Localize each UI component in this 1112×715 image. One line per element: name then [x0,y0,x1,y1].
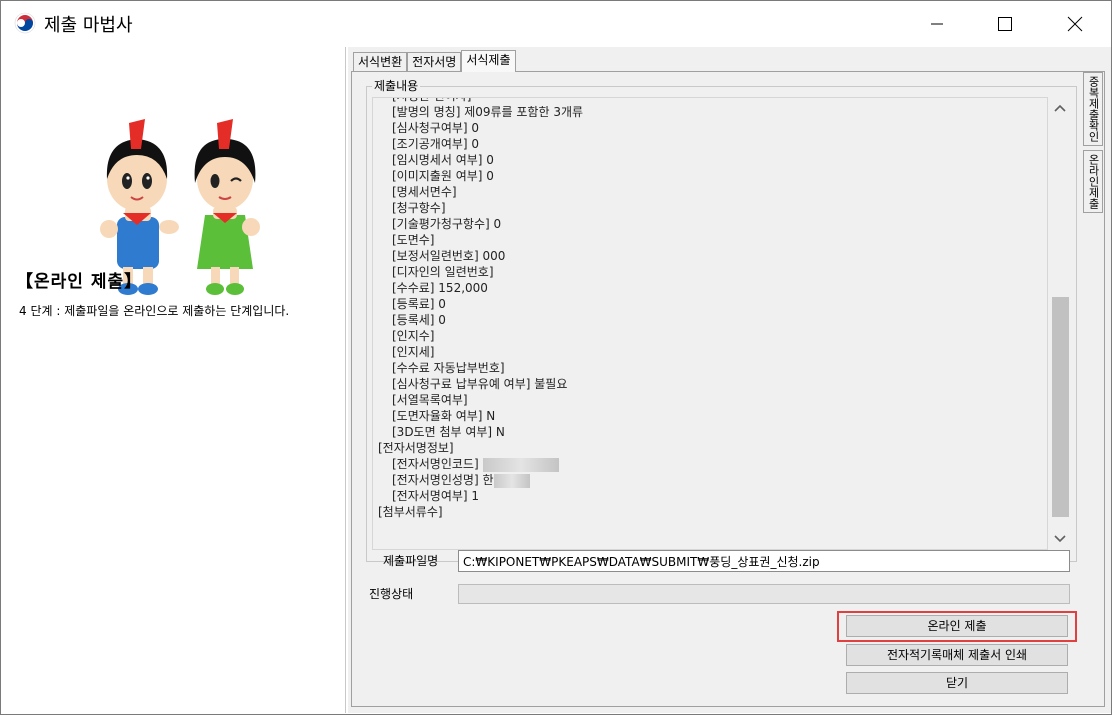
content-line-text: [3D도면 첨부 여부] N [392,425,505,439]
content-line-text: [등록세] 0 [392,313,446,327]
content-line-text: [수수료] 152,000 [392,281,488,295]
content-line: [청구항수] [378,200,583,216]
content-line: [조기공개여부] 0 [378,136,583,152]
content-line: [인지수] [378,328,583,344]
content-line: [발명의 명칭] 제09류를 포함한 3개류 [378,104,583,120]
tab-e-signature[interactable]: 전자서명 [407,52,462,72]
content-line: [수수료] 152,000 [378,280,583,296]
chevron-down-icon [1054,535,1066,543]
content-line: [등록세] 0 [378,312,583,328]
step-description: 4 단계 : 제출파일을 온라인으로 제출하는 단계입니다. [19,304,290,318]
minimize-button[interactable] [914,1,960,46]
content-line: [도면자율화 여부] N [378,408,583,424]
content-line-text: [청구항수] [392,201,446,215]
close-button[interactable]: 닫기 [846,672,1068,694]
content-line: [심사청구료 납부유예 여부] 불필요 [378,376,583,392]
submission-lines: [지정한 언어자] [발명의 명칭] 제09류를 포함한 3개류 [심사청구여부] … [378,98,583,520]
redacted-value [493,473,530,488]
online-submit-button[interactable]: 온라인 제출 [846,615,1068,637]
vertical-scrollbar[interactable] [1049,97,1071,550]
submission-group-label: 제출내용 [372,78,421,94]
content-line: [전자서명여부] 1 [378,488,583,504]
content-line-text: [임시명세서 여부] 0 [392,153,494,167]
content-line-text: [조기공개여부] 0 [392,137,480,151]
side-tab-strip: 중복제출확인 온라인제출 [1083,72,1103,213]
content-line: [디자인의 일련번호] [378,264,583,280]
content-line: [기술평가청구항수] 0 [378,216,583,232]
right-panel: 서식변환 전자서명 서식제출 제출내용 [지정한 언어자] [발명의 명칭] 제0… [348,47,1111,713]
content-line-text: [이미지출원 여부] 0 [392,169,494,183]
content-line: [수수료 자동납부번호] [378,360,583,376]
maximize-icon [998,16,1012,31]
content-line: [지정한 언어자] [378,98,583,104]
tab-form-submit[interactable]: 서식제출 [461,50,516,72]
content-line-text: [도면자율화 여부] N [392,409,496,423]
mascot-girl [194,119,260,295]
content-line: [심사청구여부] 0 [378,120,583,136]
file-name-label: 제출파일명 [383,554,439,568]
content-line-text: [전자서명인코드] [392,457,479,471]
content-line-text: [심사청구여부] 0 [392,121,480,135]
content-line: [3D도면 첨부 여부] N [378,424,583,440]
content-line: [서열목록여부] [378,392,583,408]
content-line-text: [심사청구료 납부유예 여부] 불필요 [392,377,568,391]
content-line: [인지세] [378,344,583,360]
content-line-text: [인지수] [392,329,435,343]
submission-content-box[interactable]: [지정한 언어자] [발명의 명칭] 제09류를 포함한 3개류 [심사청구여부] … [372,97,1048,550]
file-name-field[interactable] [458,550,1070,572]
content-line: [전자서명인성명] 한 [378,472,583,488]
redacted-value [482,457,559,472]
submission-groupbox: 제출내용 [지정한 언어자] [발명의 명칭] 제09류를 포함한 3개류 [심사청… [366,78,1077,562]
content-line-text: [전자서명정보] [378,441,454,455]
step-title: 【온라인 제출】 [16,272,143,292]
progress-bar [458,584,1070,604]
maximize-button[interactable] [982,1,1028,46]
content-line-text: [첨부서류수] [378,505,443,519]
content-line: [전자서명정보] [378,440,583,456]
close-window-button[interactable] [1052,1,1098,46]
content-line-text: [발명의 명칭] 제09류를 포함한 3개류 [392,105,584,119]
content-line-text: [디자인의 일련번호] [392,265,494,279]
content-line: [이미지출원 여부] 0 [378,168,583,184]
content-line-text: [전자서명여부] 1 [392,489,480,503]
content-line-text: [지정한 언어자] [392,98,471,103]
content-line-text: [도면수] [392,233,435,247]
window-title: 제출 마법사 [44,15,133,36]
tab-form-convert[interactable]: 서식변환 [353,52,408,72]
taegeuk-logo-icon [14,12,36,34]
content-line-text: [명세서면수] [392,185,457,199]
content-line-text: [전자서명인성명] 한 [392,473,494,487]
content-line: [명세서면수] [378,184,583,200]
scroll-thumb[interactable] [1052,297,1069,517]
side-tab-duplicate-check[interactable]: 중복제출확인 [1083,72,1103,146]
tab-strip: 서식변환 전자서명 서식제출 [353,50,516,72]
wizard-window: 제출 마법사 【온라인 제출】 4 단계: 제출파일을 온라인으로 제출하는 … [0,0,1112,715]
content-line-text: [등록료] 0 [392,297,446,311]
content-line-text: [수수료 자동납부번호] [392,361,505,375]
content-line-text: [기술평가청구항수] 0 [392,217,502,231]
scroll-up-button[interactable] [1049,97,1071,119]
content-line-text: [인지세] [392,345,435,359]
title-bar: 제출 마법사 [1,1,1111,46]
close-icon [1067,16,1083,31]
content-line: [첨부서류수] [378,504,583,520]
content-line-text: [보정서일련번호] 000 [392,249,506,263]
left-panel: 【온라인 제출】 4 단계 : 제출파일을 온라인으로 제출하는 단계입니다. [2,47,346,713]
content-line: [도면수] [378,232,583,248]
print-media-submission-button[interactable]: 전자적기록매체 제출서 인쇄 [846,644,1068,666]
tab-body: 제출내용 [지정한 언어자] [발명의 명칭] 제09류를 포함한 3개류 [심사청… [351,71,1105,707]
content-line-text: [서열목록여부] [392,393,468,407]
content-line: [보정서일련번호] 000 [378,248,583,264]
content-line: [등록료] 0 [378,296,583,312]
content-line: [임시명세서 여부] 0 [378,152,583,168]
minimize-icon [931,23,943,24]
side-tab-online-submit[interactable]: 온라인제출 [1083,150,1103,213]
chevron-up-icon [1054,104,1066,112]
progress-label: 진행상태 [369,587,414,601]
content-line: [전자서명인코드] [378,456,583,472]
scroll-down-button[interactable] [1049,528,1071,550]
